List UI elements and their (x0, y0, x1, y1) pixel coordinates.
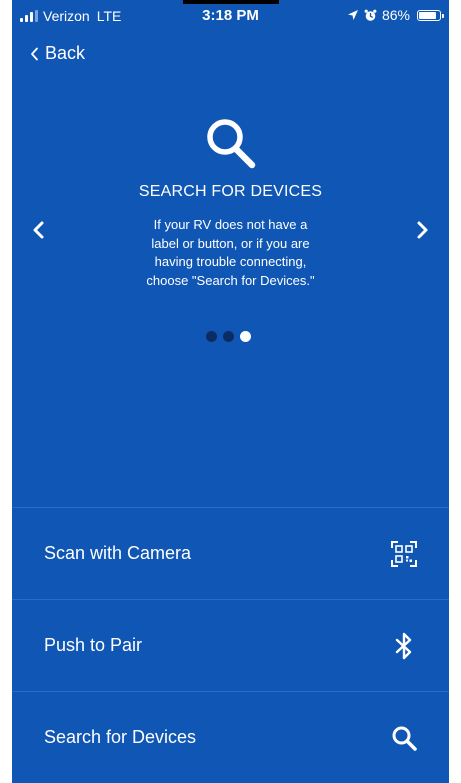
battery-icon (417, 9, 444, 21)
app-screen: Verizon LTE 3:18 PM 86% Back SEARCH FOR … (12, 0, 449, 783)
alarm-icon (364, 9, 377, 21)
previous-slide-icon[interactable] (27, 218, 51, 242)
slide-title: SEARCH FOR DEVICES (138, 183, 323, 200)
search-for-devices-row[interactable]: Search for Devices (12, 691, 449, 783)
battery-level (419, 11, 436, 19)
push-to-pair-row[interactable]: Push to Pair (12, 599, 449, 691)
action-label: Push to Pair (44, 635, 143, 655)
page-dot[interactable] (223, 331, 234, 342)
bluetooth-icon (389, 631, 419, 661)
action-label: Search for Devices (44, 727, 197, 747)
scan-with-camera-row[interactable]: Scan with Camera (12, 507, 449, 599)
search-icon (389, 723, 419, 753)
page-indicator[interactable] (206, 331, 251, 342)
chevron-left-icon (31, 47, 38, 60)
qr-code-icon (389, 539, 419, 569)
page-dot[interactable] (206, 331, 217, 342)
pairing-options-list: Scan with Camera Push to Pair Search for… (12, 507, 449, 783)
status-bar: Verizon LTE 3:18 PM 86% (12, 0, 449, 34)
search-icon (207, 119, 256, 169)
location-arrow-icon (347, 10, 358, 20)
back-label: Back (45, 43, 86, 63)
action-label: Scan with Camera (44, 543, 192, 563)
battery-percent: 86% (381, 7, 410, 23)
status-right: 86% (347, 7, 444, 23)
back-button[interactable]: Back (30, 43, 85, 64)
slide-description: If your RV does not have a label or butt… (146, 217, 315, 288)
page-dot[interactable] (240, 331, 251, 342)
next-slide-icon[interactable] (410, 218, 434, 242)
